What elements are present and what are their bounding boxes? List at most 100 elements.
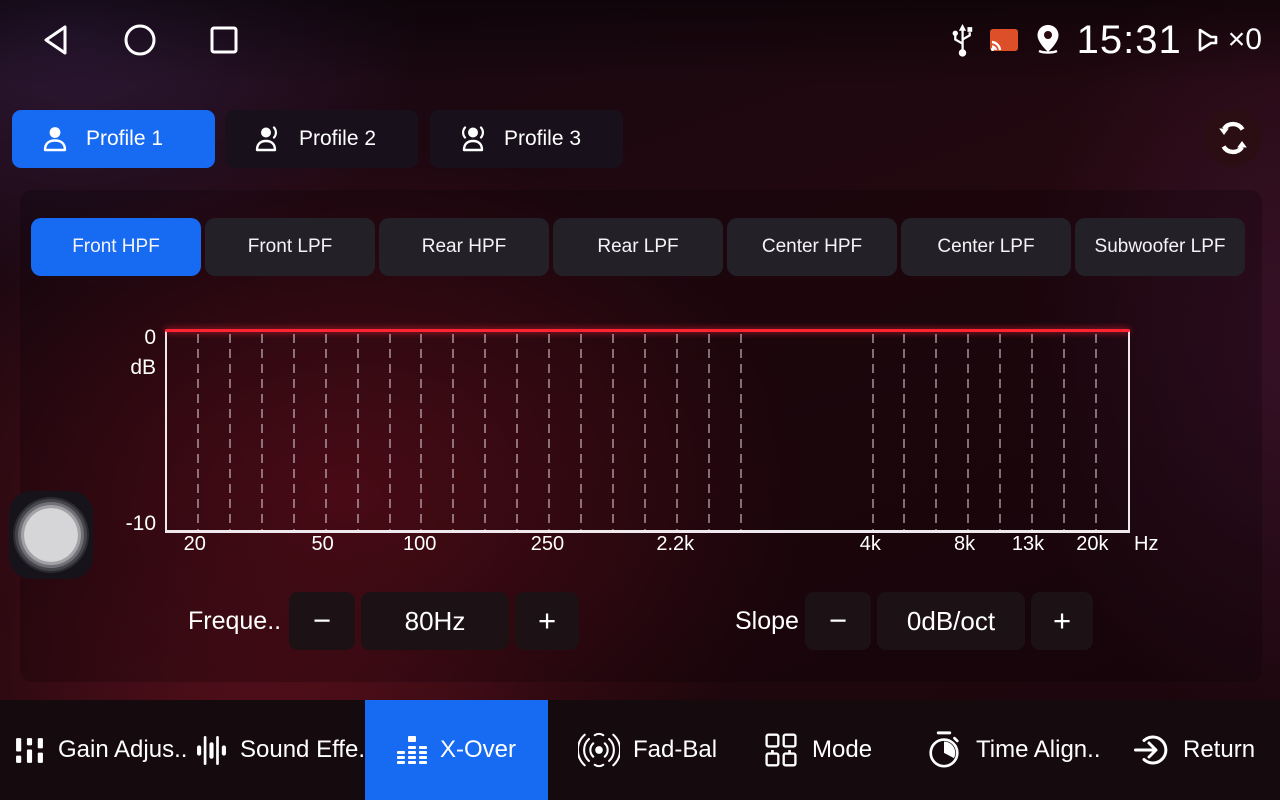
clock: 15:31 [1077,20,1182,60]
x-tick-label: 20 [184,533,206,556]
floating-assist-knob[interactable] [9,491,93,579]
slope-minus-button[interactable]: − [805,592,871,650]
slope-value: 0dB/oct [877,592,1025,650]
nav-label: Return [1183,736,1255,764]
filter-tab-rear-lpf[interactable]: Rear LPF [553,218,723,276]
x-axis-unit: Hz [1134,533,1158,556]
home-icon [123,23,157,57]
y-axis-label-0: 0 [96,326,156,350]
nav-return[interactable]: Return [1134,700,1255,800]
x-tick-label: 13k [1012,533,1044,556]
android-back-button[interactable] [38,20,78,60]
nav-time-align[interactable]: Time Align.. [925,700,1101,800]
user-2-icon [253,124,283,154]
location-icon [1033,23,1063,57]
filter-tab-front-lpf[interactable]: Front LPF [205,218,375,276]
gridline [967,334,969,530]
android-home-button[interactable] [120,20,160,60]
gridline [708,334,710,530]
gridline [389,334,391,530]
volume-muted-indicator[interactable]: ×0 [1196,23,1262,57]
slope-plus-button[interactable]: + [1031,592,1093,650]
x-tick-label: 250 [531,533,564,556]
x-tick-label: 4k [860,533,881,556]
profile-3-button[interactable]: Profile 3 [430,110,623,168]
x-tick-label: 100 [403,533,436,556]
filter-tab-center-hpf[interactable]: Center HPF [727,218,897,276]
cast-icon [989,28,1019,52]
android-recents-button[interactable] [204,20,244,60]
gridline [357,334,359,530]
user-3-icon [458,124,488,154]
frequency-minus-button[interactable]: − [289,592,355,650]
mode-grid-icon [763,732,799,768]
user-icon [40,124,70,154]
gridline [612,334,614,530]
gridline [325,334,327,530]
nav-gain-adjust[interactable]: Gain Adjus.. [14,700,187,800]
sound-effect-icon [196,735,227,766]
gridline [676,334,678,530]
x-tick-label: 20k [1076,533,1108,556]
gridline [1031,334,1033,530]
gridline [548,334,550,530]
profile-label: Profile 1 [86,127,163,151]
profile-2-button[interactable]: Profile 2 [225,110,418,168]
gridline [261,334,263,530]
gridline [197,334,199,530]
equalizer-icon [397,735,427,765]
x-tick-label: 50 [311,533,333,556]
filter-tab-front-hpf[interactable]: Front HPF [31,218,201,276]
y-axis-label-neg10: -10 [96,512,156,536]
gridline [420,334,422,530]
gridline [452,334,454,530]
gridline [516,334,518,530]
frequency-label: Freque.. [188,592,281,650]
stopwatch-icon [925,730,963,770]
profile-label: Profile 2 [299,127,376,151]
filter-tabs: Front HPFFront LPFRear HPFRear LPFCenter… [31,218,1245,276]
filter-tab-rear-hpf[interactable]: Rear HPF [379,218,549,276]
nav-sound-effect[interactable]: Sound Effe.. [196,700,372,800]
profile-1-button[interactable]: Profile 1 [12,110,215,168]
sync-icon [1215,120,1251,156]
usb-icon [950,24,975,57]
gridline [293,334,295,530]
gridline [935,334,937,530]
nav-fad-bal[interactable]: Fad-Bal [578,700,717,800]
nav-mode[interactable]: Mode [763,700,872,800]
status-bar: 15:31 ×0 [0,0,1280,80]
slope-label: Slope [735,592,799,650]
x-tick-label: 2.2k [656,533,694,556]
nav-xover[interactable]: X-Over [365,700,548,800]
x-axis-labels: 20 50 100 250 2.2k 4k 8k 13k 20k [165,533,1126,559]
frequency-value: 80Hz [361,592,509,650]
filter-tab-center-lpf[interactable]: Center LPF [901,218,1071,276]
nav-label: Sound Effe.. [240,736,372,764]
gridline [644,334,646,530]
return-arrow-icon [1134,732,1170,768]
nav-label: Fad-Bal [633,736,717,764]
gridline [1095,334,1097,530]
response-curve [165,329,1130,332]
reset-sync-button[interactable] [1204,109,1262,167]
frequency-plus-button[interactable]: + [515,592,579,650]
recents-icon [207,23,241,57]
x-tick-label: 8k [954,533,975,556]
fader-balance-icon [578,729,620,771]
gridline [903,334,905,530]
nav-label: Mode [812,736,872,764]
back-icon [41,23,75,57]
nav-label: X-Over [440,736,516,764]
volume-muted-icon [1196,24,1226,56]
gain-sliders-icon [14,735,45,766]
bottom-nav: Gain Adjus.. Sound Effe.. [0,700,1280,800]
plot-area[interactable] [165,330,1130,533]
gridline [740,334,742,530]
head-unit-screen: 15:31 ×0 Profile 1 [0,0,1280,800]
gridline [1063,334,1065,530]
volume-muted-label: ×0 [1228,23,1262,57]
filter-tab-subwoofer-lpf[interactable]: Subwoofer LPF [1075,218,1245,276]
gridline [229,334,231,530]
gridline [580,334,582,530]
